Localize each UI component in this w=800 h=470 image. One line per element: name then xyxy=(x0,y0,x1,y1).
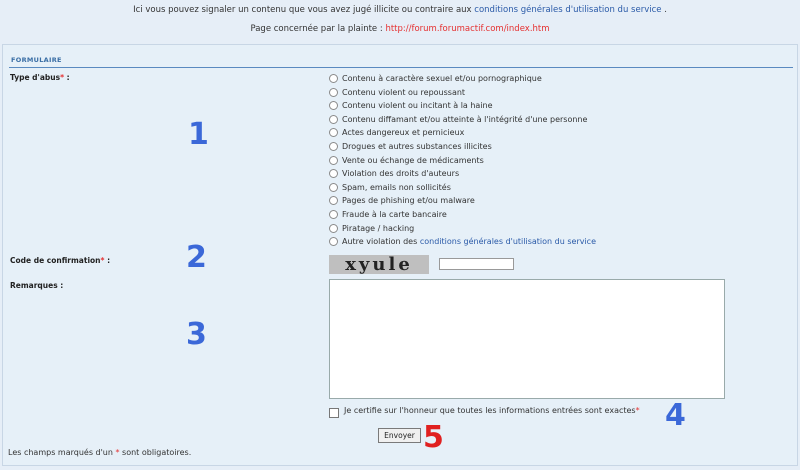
radio-button[interactable] xyxy=(329,155,338,165)
terms-link[interactable]: conditions générales d'utilisation du se… xyxy=(474,5,661,15)
radio-button[interactable] xyxy=(329,168,338,178)
required-star: * xyxy=(60,73,65,82)
remarks-textarea[interactable] xyxy=(329,279,725,399)
abuse-option[interactable]: Actes dangereux et pernicieux xyxy=(329,126,464,138)
radio-button[interactable] xyxy=(329,209,338,219)
abuse-type-label: Type d'abus* : xyxy=(10,73,70,82)
captcha-image: xyule xyxy=(329,255,429,274)
radio-button[interactable] xyxy=(329,236,338,246)
abuse-option[interactable]: Spam, emails non sollicités xyxy=(329,181,451,193)
page-url-link[interactable]: http://forum.forumactif.com/index.htm xyxy=(385,24,549,34)
abuse-option[interactable]: Contenu diffamant et/ou atteinte à l'int… xyxy=(329,113,587,125)
page-line: Page concernée par la plainte : http://f… xyxy=(0,24,800,34)
confirmation-code-input[interactable] xyxy=(439,258,514,270)
required-star: * xyxy=(100,256,105,265)
abuse-option[interactable]: Contenu violent ou repoussant xyxy=(329,86,465,98)
abuse-option[interactable]: Piratage / hacking xyxy=(329,222,414,234)
intro-end: . xyxy=(664,5,667,15)
required-star: * xyxy=(635,406,640,415)
abuse-option-other[interactable]: Autre violation des conditions générales… xyxy=(329,235,596,247)
abuse-option[interactable]: Fraude à la carte bancaire xyxy=(329,208,447,220)
intro-text: Ici vous pouvez signaler un contenu que … xyxy=(133,5,472,15)
page-label: Page concernée par la plainte : xyxy=(250,24,383,34)
radio-button[interactable] xyxy=(329,223,338,233)
annotation-4: 4 xyxy=(665,398,686,433)
intro-line: Ici vous pouvez signaler un contenu que … xyxy=(0,5,800,15)
radio-button[interactable] xyxy=(329,100,338,110)
abuse-option[interactable]: Drogues et autres substances illicites xyxy=(329,140,492,152)
other-violation-terms-link[interactable]: conditions générales d'utilisation du se… xyxy=(420,237,596,246)
section-title: FORMULAIRE xyxy=(11,56,62,64)
abuse-option[interactable]: Violation des droits d'auteurs xyxy=(329,167,459,179)
radio-button[interactable] xyxy=(329,182,338,192)
radio-button[interactable] xyxy=(329,141,338,151)
abuse-option[interactable]: Contenu violent ou incitant à la haine xyxy=(329,99,493,111)
abuse-option[interactable]: Vente ou échange de médicaments xyxy=(329,154,484,166)
annotation-3: 3 xyxy=(186,317,207,352)
submit-button[interactable]: Envoyer xyxy=(378,428,421,443)
radio-button[interactable] xyxy=(329,114,338,124)
required-fields-note: Les champs marqués d'un * sont obligatoi… xyxy=(8,448,192,457)
annotation-5: 5 xyxy=(423,420,444,455)
header-area: Ici vous pouvez signaler un contenu que … xyxy=(0,0,800,44)
radio-button[interactable] xyxy=(329,87,338,97)
abuse-option[interactable]: Pages de phishing et/ou malware xyxy=(329,194,475,206)
radio-button[interactable] xyxy=(329,127,338,137)
annotation-2: 2 xyxy=(186,240,207,275)
certify-checkbox[interactable] xyxy=(329,408,339,418)
abuse-option[interactable]: Contenu à caractère sexuel et/ou pornogr… xyxy=(329,72,542,84)
radio-button[interactable] xyxy=(329,195,338,205)
section-divider xyxy=(9,67,793,68)
radio-button[interactable] xyxy=(329,73,338,83)
certify-label: Je certifie sur l'honneur que toutes les… xyxy=(344,406,640,415)
remarks-label: Remarques : xyxy=(10,281,64,290)
annotation-1: 1 xyxy=(188,117,209,152)
confirmation-code-label: Code de confirmation* : xyxy=(10,256,111,265)
